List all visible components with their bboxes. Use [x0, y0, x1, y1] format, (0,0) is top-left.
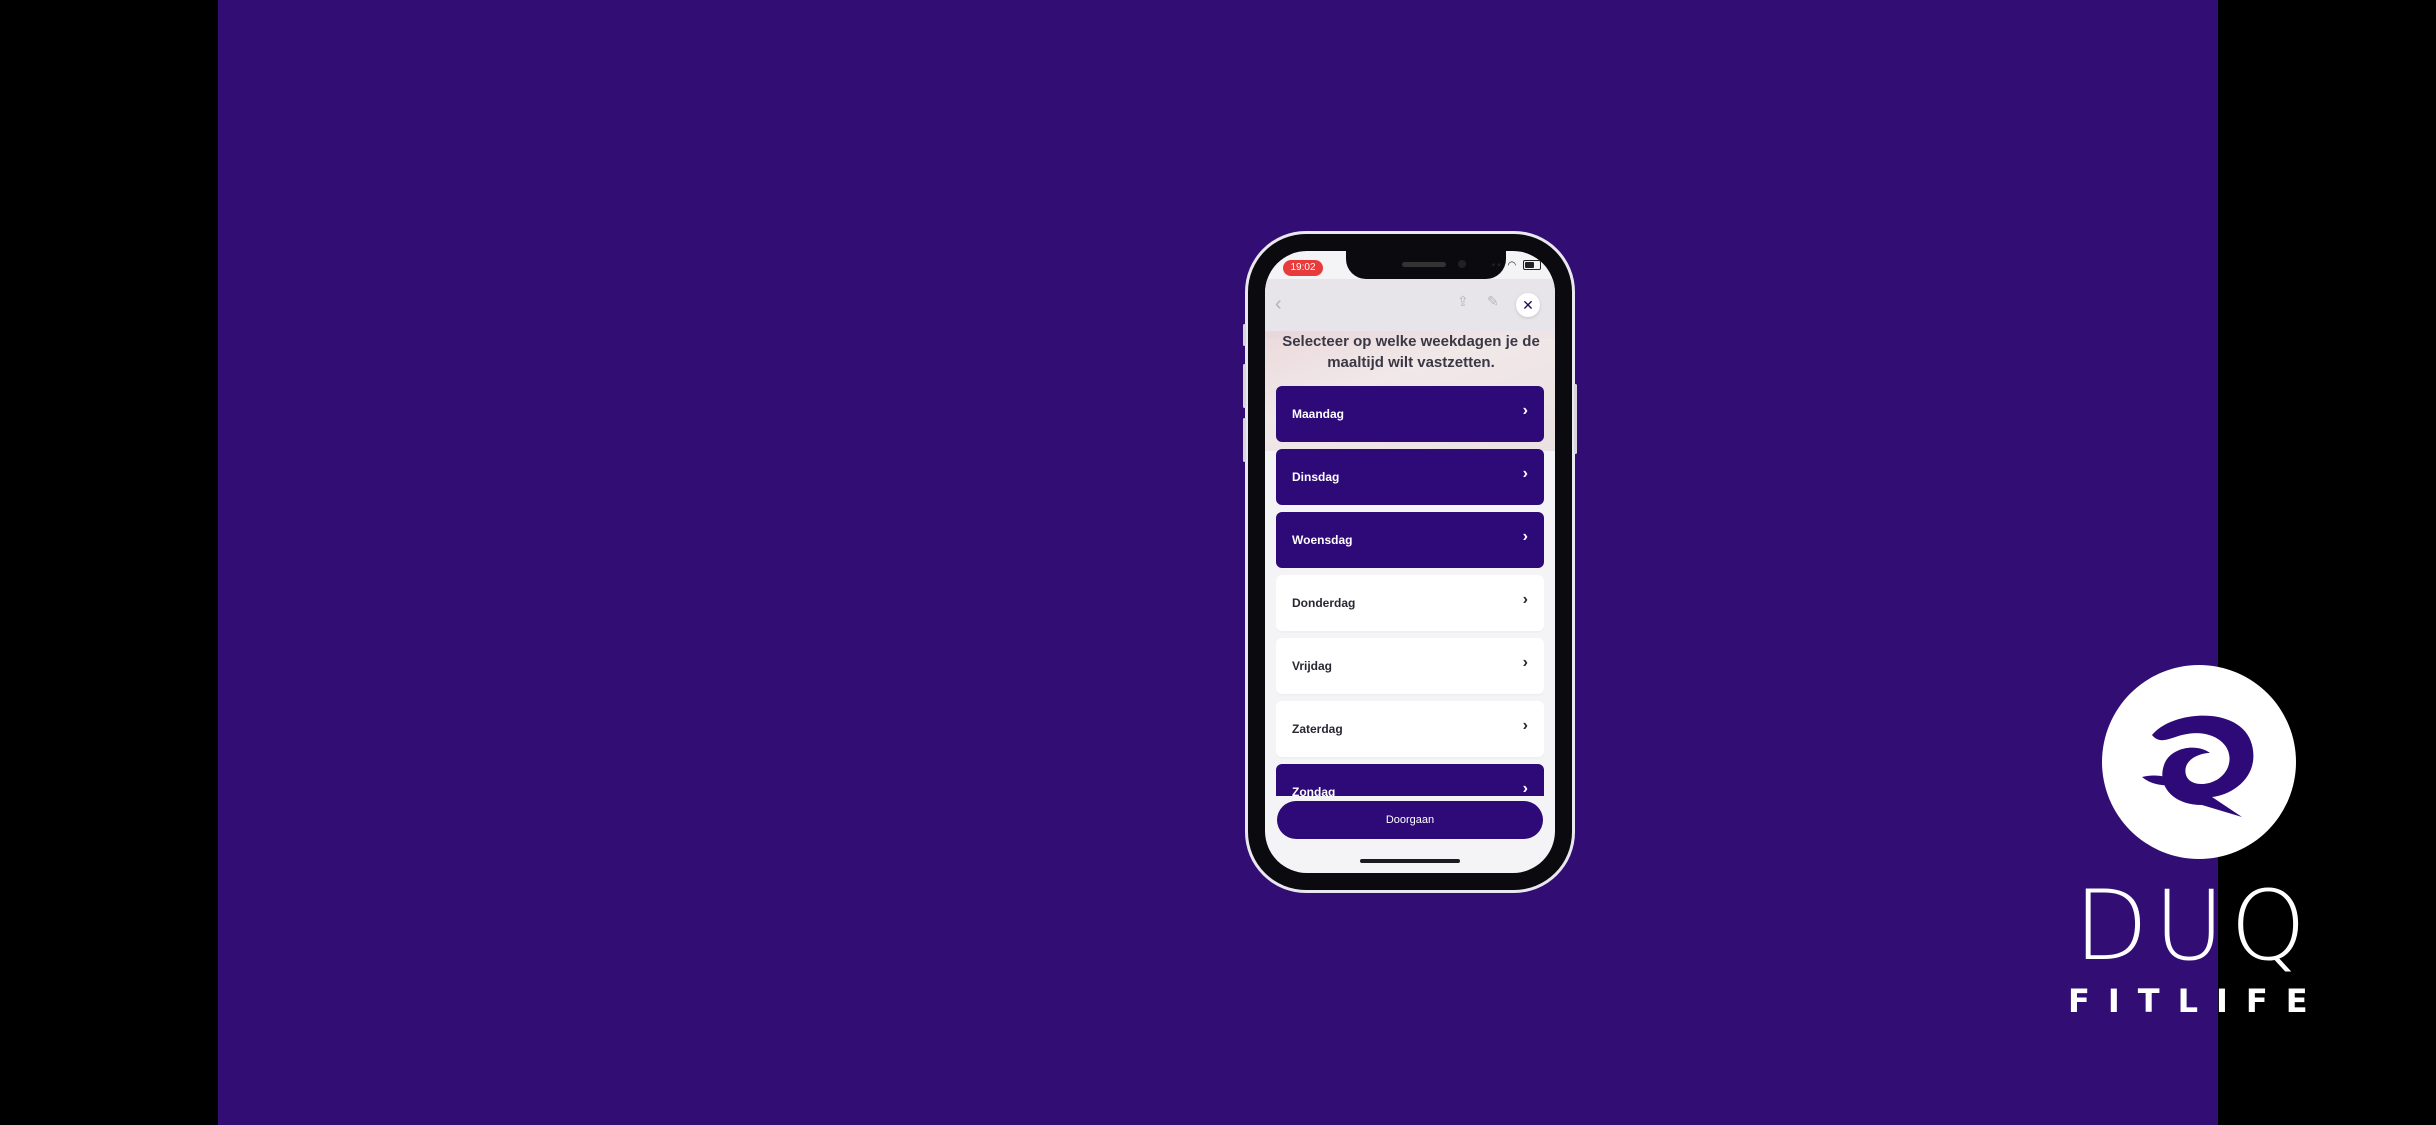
weekday-label: Zaterdag [1292, 722, 1343, 736]
weekday-label: Donderdag [1292, 596, 1356, 610]
weekday-item-maandag[interactable]: Maandag › [1276, 386, 1544, 442]
chevron-right-icon: › [1522, 465, 1528, 482]
continue-button[interactable]: Doorgaan [1277, 801, 1543, 839]
phone-notch [1346, 251, 1506, 279]
share-icon[interactable]: ⇪ [1457, 293, 1469, 310]
chevron-right-icon: › [1522, 717, 1528, 734]
video-background: 19:02 ▪▪ ◠ ‹ ⇪ ✎ ✕ Selecteer op welke we… [218, 0, 2308, 1125]
home-indicator[interactable] [1360, 859, 1460, 863]
duq-logo-icon [2102, 665, 2296, 859]
weekday-label: Maandag [1292, 407, 1345, 421]
phone-screen: 19:02 ▪▪ ◠ ‹ ⇪ ✎ ✕ Selecteer op welke we… [1265, 251, 1555, 873]
app-header-background [1265, 279, 1555, 339]
back-chevron-icon[interactable]: ‹ [1275, 293, 1282, 316]
phone-power-button [1574, 384, 1577, 454]
status-icons: ▪▪ ◠ [1492, 260, 1541, 271]
signal-icon: ▪▪ [1491, 260, 1503, 271]
wifi-icon: ◠ [1507, 260, 1519, 271]
weekday-item-donderdag[interactable]: Donderdag › [1276, 575, 1544, 631]
weekday-label: Dinsdag [1292, 470, 1340, 484]
brand-name: DUQ [2074, 870, 2312, 982]
weekday-item-dinsdag[interactable]: Dinsdag › [1276, 449, 1544, 505]
front-camera [1458, 260, 1466, 268]
speaker-grille [1402, 262, 1446, 267]
chevron-right-icon: › [1522, 780, 1528, 796]
weekday-item-woensdag[interactable]: Woensdag › [1276, 512, 1544, 568]
status-time: 19:02 [1283, 260, 1323, 276]
weekday-item-zondag[interactable]: Zondag › [1276, 764, 1544, 796]
phone-volume-down [1243, 418, 1246, 462]
brand-tagline: FITLIFE [2068, 982, 2326, 1020]
chevron-right-icon: › [1522, 591, 1528, 608]
chevron-right-icon: › [1522, 654, 1528, 671]
close-icon[interactable]: ✕ [1516, 293, 1540, 317]
weekday-label: Woensdag [1292, 533, 1353, 547]
weekday-list: Maandag › Dinsdag › Woensdag › Donderdag… [1276, 386, 1544, 796]
sheet-title: Selecteer op welke weekdagen je de maalt… [1282, 333, 1540, 371]
weekday-item-vrijdag[interactable]: Vrijdag › [1276, 638, 1544, 694]
phone-volume-up [1243, 364, 1246, 408]
weekday-label: Vrijdag [1292, 659, 1333, 673]
chevron-right-icon: › [1522, 528, 1528, 545]
phone-silent-switch [1243, 324, 1246, 346]
battery-icon [1523, 260, 1541, 271]
edit-icon[interactable]: ✎ [1487, 293, 1499, 310]
chevron-right-icon: › [1522, 402, 1528, 419]
weekday-label: Zondag [1292, 785, 1336, 796]
weekday-item-zaterdag[interactable]: Zaterdag › [1276, 701, 1544, 757]
phone-frame: 19:02 ▪▪ ◠ ‹ ⇪ ✎ ✕ Selecteer op welke we… [1243, 234, 1577, 890]
